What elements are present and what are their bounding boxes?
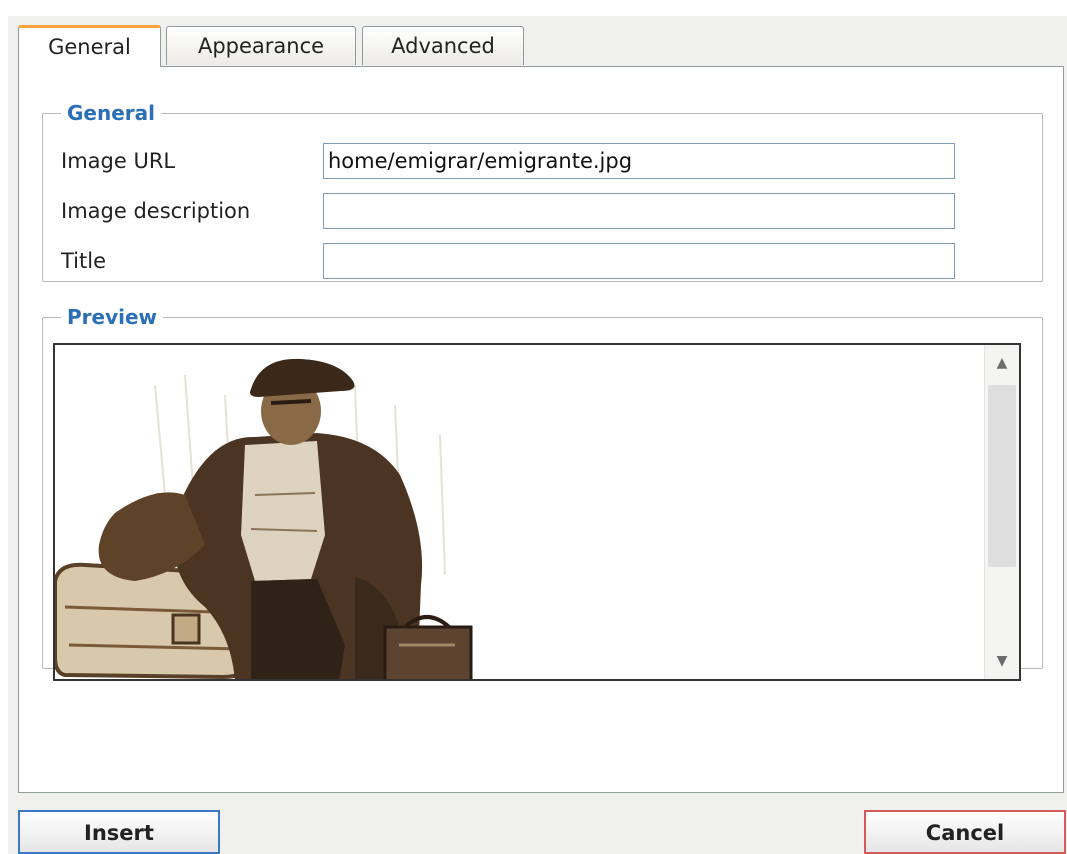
tab-general[interactable]: General [18, 25, 161, 67]
tab-appearance[interactable]: Appearance [166, 26, 356, 65]
image-url-label: Image URL [61, 149, 176, 173]
scroll-up-icon[interactable]: ▲ [988, 345, 1016, 381]
general-panel: General Image URL Image description Titl… [18, 66, 1064, 793]
image-description-input[interactable] [323, 193, 955, 229]
insert-button[interactable]: Insert [18, 810, 220, 854]
general-fieldset: General Image URL Image description Titl… [42, 101, 1043, 282]
preview-fieldset: Preview ▲ ▼ [42, 305, 1043, 681]
scroll-down-icon[interactable]: ▼ [988, 643, 1016, 679]
preview-legend: Preview [67, 305, 158, 329]
preview-scrollbar[interactable]: ▲ ▼ [984, 345, 1019, 679]
general-legend: General [67, 101, 155, 125]
emigrant-illustration [55, 358, 473, 679]
image-url-input[interactable] [323, 143, 955, 179]
cancel-button[interactable]: Cancel [864, 810, 1066, 854]
image-properties-dialog: General Appearance Advanced General Imag… [8, 16, 1067, 854]
tab-advanced[interactable]: Advanced [362, 26, 524, 65]
image-description-label: Image description [61, 199, 251, 223]
preview-area[interactable]: ▲ ▼ [53, 343, 1021, 681]
title-label: Title [61, 249, 107, 273]
title-input[interactable] [323, 243, 955, 279]
scroll-thumb[interactable] [988, 385, 1016, 567]
